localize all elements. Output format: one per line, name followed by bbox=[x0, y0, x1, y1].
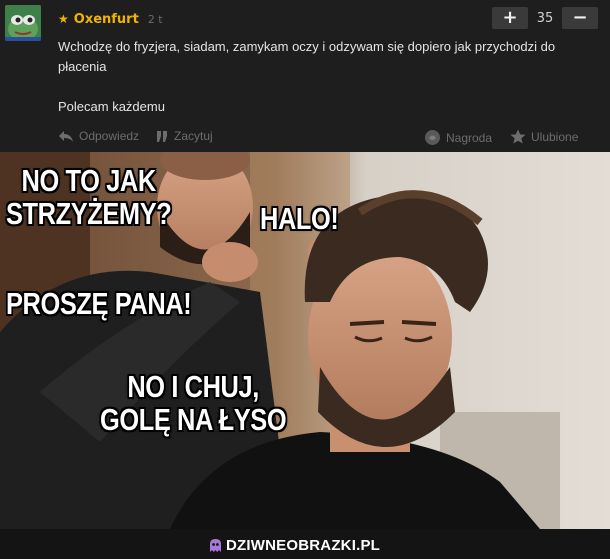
quote-label: Zacytuj bbox=[174, 129, 213, 143]
reply-label: Odpowiedz bbox=[79, 129, 140, 143]
award-button[interactable]: Nagroda bbox=[424, 129, 492, 146]
meme-image: NO TO JAK STRZYŻEMY? HALO! PROSZĘ PANA! … bbox=[0, 152, 610, 529]
brand-label: DZIWNEOBRAZKI.PL bbox=[226, 536, 381, 554]
reply-button[interactable]: Odpowiedz bbox=[58, 129, 139, 143]
caption-bottom: NO I CHUJ, GOLĘ NA ŁYSO bbox=[100, 369, 287, 437]
comment-paragraph: Wchodzę do fryzjera, siadam, zamykam ocz… bbox=[58, 39, 556, 74]
frog-avatar-icon bbox=[5, 5, 41, 41]
award-label: Nagroda bbox=[446, 130, 493, 145]
award-icon bbox=[425, 130, 440, 145]
brand-link[interactable]: DZIWNEOBRAZKI.PL bbox=[209, 536, 380, 554]
caption-line: NO TO JAK STRZYŻEMY? bbox=[6, 163, 172, 231]
ghost-logo-icon bbox=[210, 538, 221, 552]
vote-score: 35 bbox=[536, 10, 554, 26]
avatar[interactable] bbox=[5, 5, 41, 41]
author-name[interactable]: Oxenfurt bbox=[74, 12, 139, 27]
quote-icon bbox=[157, 130, 167, 142]
vote-controls: + 35 − bbox=[492, 7, 598, 29]
downvote-button[interactable]: − bbox=[562, 7, 598, 29]
star-outline-icon bbox=[510, 129, 526, 144]
caption-middle-left: PROSZĘ PANA! bbox=[6, 286, 192, 321]
reply-icon bbox=[59, 130, 73, 142]
quote-button[interactable]: Zacytuj bbox=[156, 129, 213, 143]
favorite-label: Ulubione bbox=[531, 129, 579, 144]
caption-top-left: NO TO JAK STRZYŻEMY? bbox=[6, 163, 172, 231]
comment-body: Wchodzę do fryzjera, siadam, zamykam ocz… bbox=[58, 37, 578, 117]
upvote-button[interactable]: + bbox=[492, 7, 528, 29]
caption-line: NO I CHUJ, GOLĘ NA ŁYSO bbox=[100, 369, 287, 437]
comment-age: 2 t bbox=[147, 12, 163, 26]
footer-watermark: DZIWNEOBRAZKI.PL bbox=[0, 529, 610, 559]
comment-actions: Odpowiedz Zacytuj Nagroda Ulubione bbox=[58, 129, 590, 147]
author-row: ★ Oxenfurt 2 t bbox=[58, 10, 163, 28]
comment: ★ Oxenfurt 2 t + 35 − Wchodzę do fryzjer… bbox=[0, 0, 610, 152]
favorite-button[interactable]: Ulubione bbox=[510, 129, 578, 144]
star-icon: ★ bbox=[58, 12, 69, 26]
comment-paragraph: Polecam każdemu bbox=[58, 99, 165, 114]
caption-top-right: HALO! bbox=[260, 201, 339, 236]
